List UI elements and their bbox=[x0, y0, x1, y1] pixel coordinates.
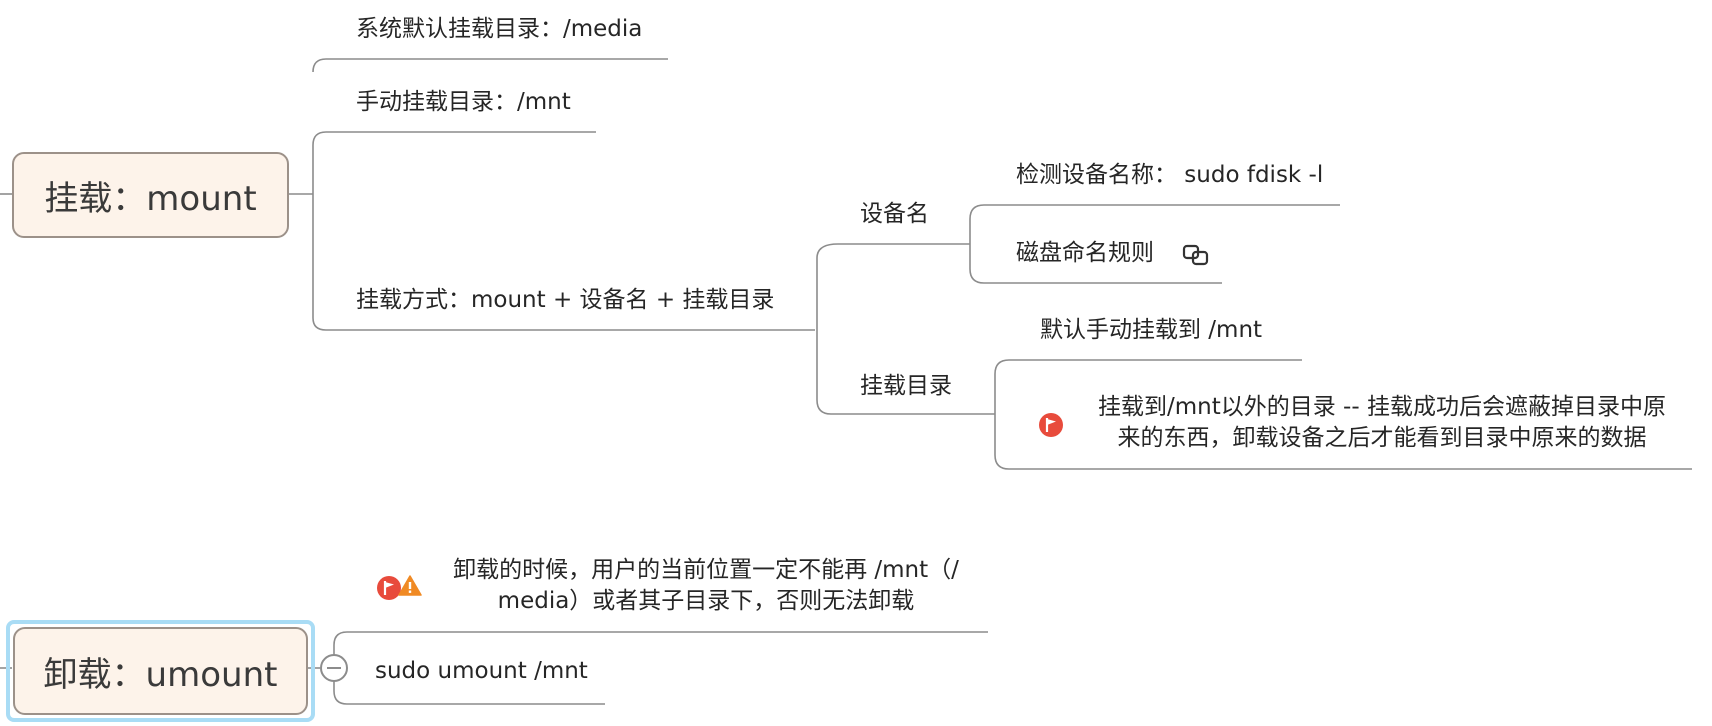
device-name[interactable]: 设备名 bbox=[860, 199, 929, 230]
link-icon[interactable] bbox=[1182, 244, 1210, 270]
umount-location-note-line2: media）或者其子目录下，否则无法卸载 bbox=[497, 588, 915, 614]
manual-mount-dir[interactable]: 手动挂载目录：/mnt bbox=[356, 87, 571, 118]
mount-outside-warning-line2: 来的东西，卸载设备之后才能看到目录中原来的数据 bbox=[1117, 425, 1647, 451]
umount-location-note[interactable]: 卸载的时候，用户的当前位置一定不能再 /mnt（/ media）或者其子目录下，… bbox=[436, 555, 976, 617]
umount-location-note-line1: 卸载的时候，用户的当前位置一定不能再 /mnt（/ bbox=[453, 557, 959, 583]
collapse-icon[interactable] bbox=[320, 654, 348, 682]
default-mount-dir[interactable]: 系统默认挂载目录：/media bbox=[356, 14, 642, 45]
warning-icon bbox=[398, 574, 422, 602]
topic-umount[interactable]: 卸载：umount bbox=[13, 627, 308, 715]
mount-directory[interactable]: 挂载目录 bbox=[860, 371, 952, 402]
topic-mount[interactable]: 挂载：mount bbox=[12, 152, 289, 238]
topic-mount-label: 挂载：mount bbox=[44, 178, 257, 219]
connector-default-dir bbox=[312, 58, 668, 73]
mount-method[interactable]: 挂载方式：mount + 设备名 + 挂载目录 bbox=[356, 285, 774, 316]
mount-outside-warning-line1: 挂载到/mnt以外的目录 -- 挂载成功后会遮蔽掉目录中原 bbox=[1098, 394, 1666, 420]
red-flag-icon bbox=[1038, 412, 1064, 442]
umount-command[interactable]: sudo umount /mnt bbox=[375, 656, 588, 687]
topic-umount-label: 卸载：umount bbox=[43, 654, 278, 695]
detect-device-name[interactable]: 检测设备名称： sudo fdisk -l bbox=[1016, 160, 1323, 191]
connector-lines bbox=[0, 58, 1692, 705]
default-manual-mount[interactable]: 默认手动挂载到 /mnt bbox=[1040, 315, 1262, 346]
mount-outside-warning[interactable]: 挂载到/mnt以外的目录 -- 挂载成功后会遮蔽掉目录中原 来的东西，卸载设备之… bbox=[1082, 392, 1682, 454]
disk-naming-rule[interactable]: 磁盘命名规则 bbox=[1016, 238, 1154, 269]
